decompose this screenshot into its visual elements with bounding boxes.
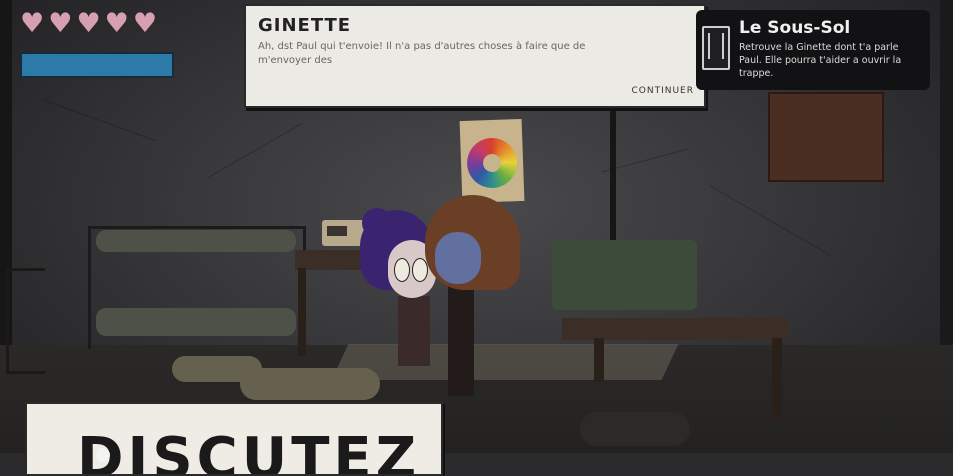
shelf (768, 92, 884, 182)
quest-description: Retrouve la Ginette dont t'a parle Paul.… (739, 42, 902, 79)
document-icon (702, 26, 730, 70)
color-wheel-poster (459, 118, 525, 204)
energy-bar (20, 52, 174, 78)
discuss-label: DISCUTEZ (77, 426, 421, 476)
heart-icon: ♥ (104, 8, 129, 39)
quest-title: Le Sous-Sol (739, 18, 851, 38)
heart-icon: ♥ (76, 8, 101, 39)
sofa (552, 240, 697, 310)
heart-icon: ♥ (48, 8, 73, 39)
heart-icon: ♥ (20, 8, 45, 39)
cursor-dot (96, 448, 110, 462)
quest-panel: Le Sous-Sol Retrouve la Ginette dont t'a… (696, 10, 930, 90)
rug (331, 344, 679, 380)
dialogue-text: Ah, dst Paul qui t'envoie! Il n'a pas d'… (258, 41, 586, 66)
dialogue-box: GINETTE Ah, dst Paul qui t'envoie! Il n'… (244, 4, 706, 108)
heart-icon: ♥ (132, 8, 158, 39)
health-hearts: ♥ ♥ ♥ ♥ ♥ (20, 10, 157, 38)
table (562, 318, 788, 340)
continue-button[interactable]: CONTINUER (631, 86, 694, 96)
chair (6, 268, 45, 374)
speaker-name: GINETTE (258, 15, 352, 36)
discuss-button[interactable]: DISCUTEZ (25, 402, 443, 476)
